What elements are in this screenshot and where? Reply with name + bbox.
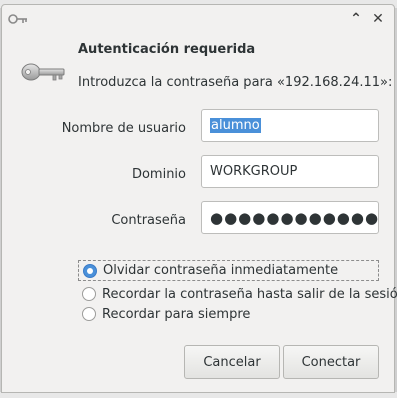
domain-label: Dominio — [131, 167, 186, 182]
key-icon — [8, 14, 27, 24]
radio-remember-session[interactable]: Recordar la contraseña hasta salir de la… — [82, 284, 397, 304]
radio-label: Recordar para siempre — [102, 306, 251, 322]
radio-remember-forever[interactable]: Recordar para siempre — [82, 304, 250, 324]
radio-forget-immediately[interactable]: Olvidar contraseña inmediatamente — [78, 260, 379, 281]
username-label: Nombre de usuario — [61, 121, 186, 136]
radio-button[interactable] — [82, 307, 96, 321]
key-icon — [21, 63, 65, 81]
username-field[interactable]: alumno — [201, 109, 379, 142]
radio-button-checked[interactable] — [83, 263, 97, 278]
dialog-heading: Autenticación requerida — [78, 42, 256, 57]
cancel-button[interactable]: Cancelar — [184, 345, 280, 379]
close-button[interactable]: ✕ — [369, 10, 387, 28]
domain-value: WORKGROUP — [210, 164, 298, 179]
radio-label: Olvidar contraseña inmediatamente — [103, 263, 339, 278]
password-field[interactable]: ●●●●●●●●●●●● — [201, 201, 379, 234]
domain-field[interactable]: WORKGROUP — [201, 155, 379, 188]
dialog-prompt: Introduzca la contraseña para «192.168.2… — [78, 75, 393, 90]
connect-button[interactable]: Conectar — [283, 345, 379, 379]
minimize-button[interactable]: ⌃ — [347, 10, 365, 28]
dialog-titlebar[interactable]: ⌃ ✕ — [2, 5, 394, 33]
radio-label: Recordar la contraseña hasta salir de la… — [102, 286, 397, 302]
username-value: alumno — [210, 118, 261, 133]
authentication-dialog: ⌃ ✕ Autenticación requerida Introduzca l… — [1, 4, 397, 393]
password-label: Contraseña — [111, 213, 186, 228]
password-mask: ●●●●●●●●●●●● — [210, 208, 380, 227]
chevron-up-icon: ⌃ — [350, 11, 362, 27]
radio-button[interactable] — [82, 287, 96, 301]
close-icon: ✕ — [372, 11, 384, 27]
